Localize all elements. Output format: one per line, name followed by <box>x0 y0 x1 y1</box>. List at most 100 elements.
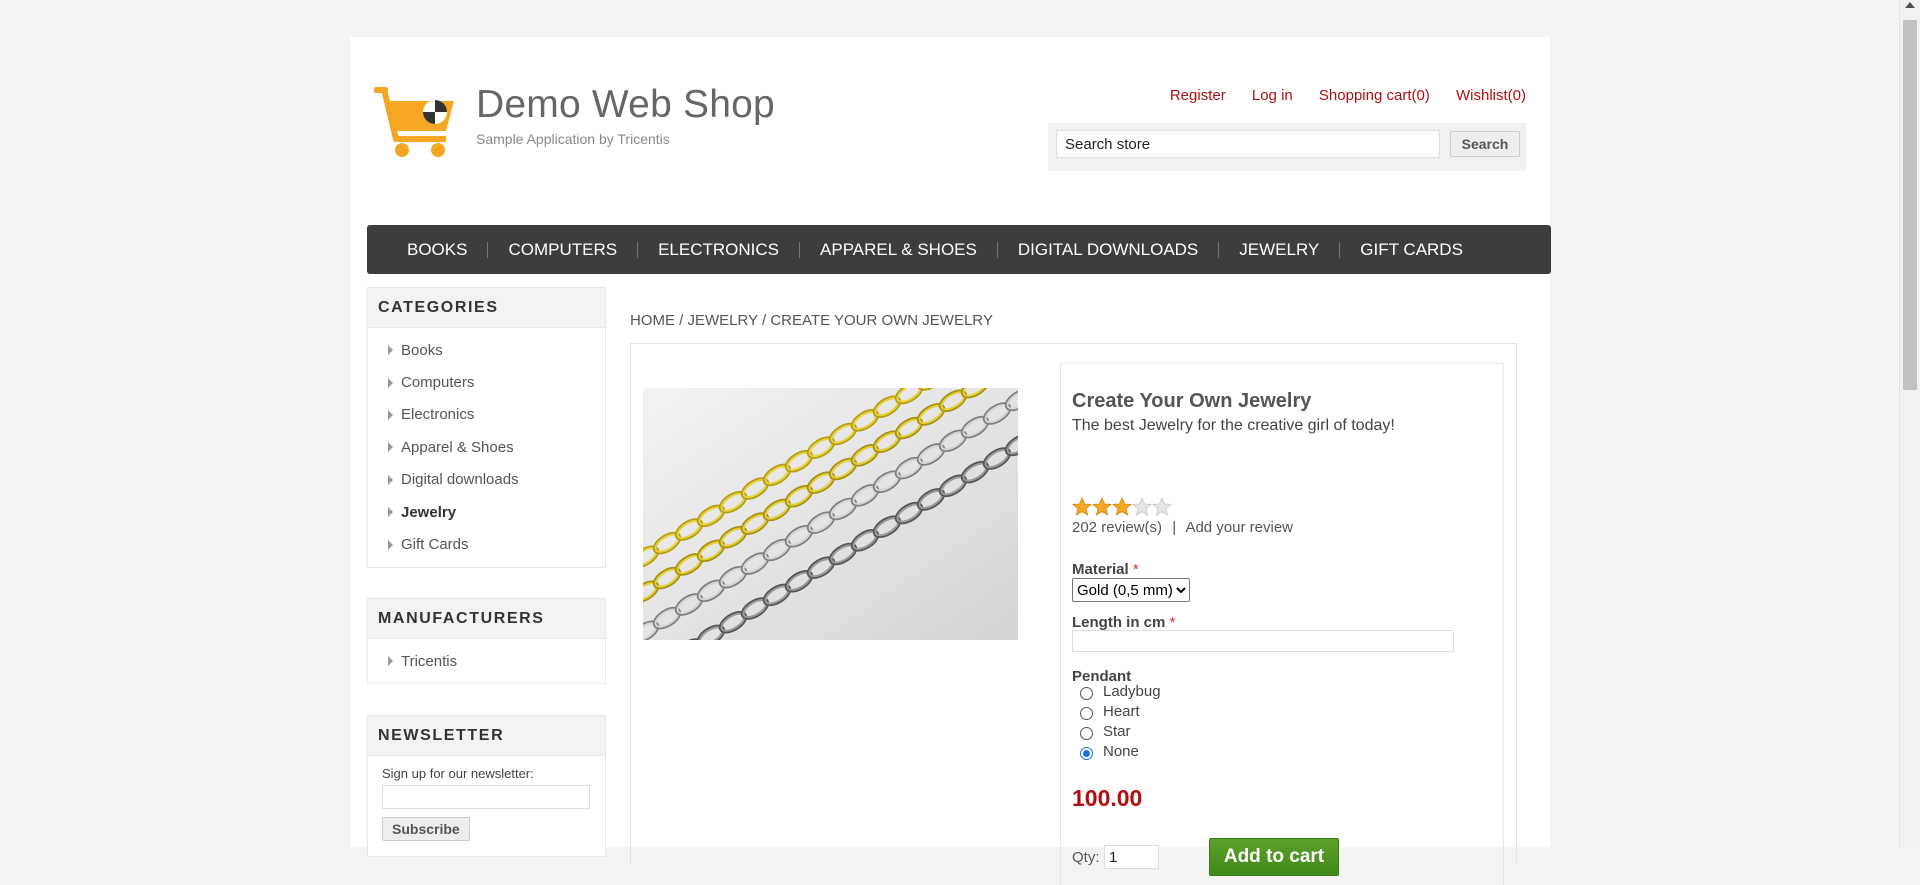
shopping-cart-link[interactable]: Shopping cart(0) <box>1319 87 1430 104</box>
arrow-right-icon <box>388 507 393 518</box>
pendant-option-heart[interactable]: Heart <box>1080 703 1140 720</box>
pendant-option-ladybug[interactable]: Ladybug <box>1080 683 1161 700</box>
arrow-right-icon <box>388 474 393 485</box>
sidebar-item-gift-cards[interactable]: Gift Cards <box>368 528 605 560</box>
breadcrumb-current: CREATE YOUR OWN JEWELRY <box>770 312 993 329</box>
categories-list: Books Computers Electronics Apparel & Shoes… <box>368 328 605 567</box>
add-review-link[interactable]: Add your review <box>1185 519 1293 536</box>
sidebar-item-label: Gift Cards <box>401 536 469 554</box>
pendant-option-label: None <box>1103 743 1139 760</box>
pendant-option-none[interactable]: None <box>1080 743 1139 760</box>
arrow-right-icon <box>388 377 393 388</box>
breadcrumb-separator: / <box>762 312 767 329</box>
radio-button[interactable] <box>1080 747 1093 760</box>
radio-button[interactable] <box>1080 707 1093 720</box>
cart-logo-icon[interactable] <box>374 83 458 159</box>
reviews-count-link[interactable]: 202 review(s) <box>1072 519 1162 536</box>
register-link[interactable]: Register <box>1170 87 1226 104</box>
sidebar-item-label: Jewelry <box>401 503 457 521</box>
arrow-right-icon <box>388 656 393 667</box>
scroll-thumb[interactable] <box>1903 20 1917 390</box>
logo-subtitle: Sample Application by Tricentis <box>476 131 670 147</box>
page-container: Demo Web Shop Sample Application by Tric… <box>350 37 1551 885</box>
material-select[interactable]: Gold (0,5 mm) <box>1072 578 1190 602</box>
wishlist-link[interactable]: Wishlist(0) <box>1456 87 1526 104</box>
arrow-right-icon <box>388 345 393 356</box>
search-button[interactable]: Search <box>1450 131 1520 157</box>
required-marker: * <box>1169 614 1176 631</box>
star-empty-icon <box>1152 497 1172 516</box>
add-to-cart-button[interactable]: Add to cart <box>1209 838 1339 876</box>
sidebar-item-label: Tricentis <box>401 652 458 670</box>
product-price: 100.00 <box>1072 785 1143 811</box>
menu-item-digital-downloads[interactable]: DIGITAL DOWNLOADS <box>998 225 1218 274</box>
product-short-description: The best Jewelry for the creative girl o… <box>1072 417 1395 434</box>
page-scrollbar[interactable] <box>1899 0 1920 847</box>
radio-button[interactable] <box>1080 727 1093 740</box>
search-input[interactable] <box>1056 130 1440 158</box>
menu-item-electronics[interactable]: ELECTRONICS <box>638 225 799 274</box>
newsletter-email-input[interactable] <box>382 785 590 809</box>
scroll-up-arrow-icon[interactable] <box>1905 2 1915 8</box>
sidebar-item-computers[interactable]: Computers <box>368 366 605 398</box>
sidebar-item-tricentis[interactable]: Tricentis <box>368 645 605 677</box>
material-label-text: Material <box>1072 561 1129 578</box>
pendant-option-label: Star <box>1103 723 1131 740</box>
newsletter-label: Sign up for our newsletter: <box>382 766 534 781</box>
arrow-right-icon <box>388 409 393 420</box>
breadcrumb-jewelry[interactable]: JEWELRY <box>688 312 758 329</box>
manufacturers-title: MANUFACTURERS <box>368 599 605 639</box>
arrow-right-icon <box>388 442 393 453</box>
product-image[interactable] <box>643 388 1018 640</box>
login-link[interactable]: Log in <box>1252 87 1293 104</box>
sidebar-item-label: Digital downloads <box>401 471 519 489</box>
subscribe-button[interactable]: Subscribe <box>382 817 470 841</box>
menu-item-gift-cards[interactable]: GIFT CARDS <box>1340 225 1483 274</box>
categories-title: CATEGORIES <box>368 288 605 328</box>
length-label: Length in cm * <box>1072 614 1175 631</box>
sidebar-item-books[interactable]: Books <box>368 334 605 366</box>
sidebar-item-jewelry[interactable]: Jewelry <box>368 496 605 528</box>
reviews-separator: | <box>1172 519 1177 536</box>
radio-button[interactable] <box>1080 687 1093 700</box>
newsletter-block: NEWSLETTER Sign up for our newsletter: S… <box>367 715 606 857</box>
newsletter-title: NEWSLETTER <box>368 716 605 756</box>
header-links: Register Log in Shopping cart(0) Wishlis… <box>1148 87 1526 104</box>
star-filled-icon <box>1112 497 1132 516</box>
star-filled-icon <box>1072 497 1092 516</box>
product-reviews: 202 review(s) | Add your review <box>1072 519 1293 536</box>
sidebar-item-label: Apparel & Shoes <box>401 438 514 456</box>
length-input[interactable] <box>1072 630 1454 652</box>
product-rating <box>1072 497 1172 517</box>
sidebar-item-label: Electronics <box>401 406 475 424</box>
breadcrumb: HOME / JEWELRY / CREATE YOUR OWN JEWELRY <box>630 312 993 329</box>
arrow-right-icon <box>388 539 393 550</box>
sidebar-item-label: Books <box>401 341 443 359</box>
required-marker: * <box>1132 561 1139 578</box>
categories-block: CATEGORIES Books Computers Electronics Appa… <box>367 287 606 568</box>
sidebar-item-electronics[interactable]: Electronics <box>368 399 605 431</box>
manufacturers-list: Tricentis <box>368 639 605 683</box>
menu-item-computers[interactable]: COMPUTERS <box>488 225 637 274</box>
star-filled-icon <box>1092 497 1112 516</box>
top-menu: BOOKS COMPUTERS ELECTRONICS APPAREL & SHOES… <box>367 225 1551 274</box>
manufacturers-block: MANUFACTURERS Tricentis <box>367 598 606 685</box>
length-label-text: Length in cm <box>1072 614 1166 631</box>
qty-input[interactable] <box>1104 845 1159 869</box>
breadcrumb-home[interactable]: HOME <box>630 312 675 329</box>
product-name: Create Your Own Jewelry <box>1072 390 1312 412</box>
star-empty-icon <box>1132 497 1152 516</box>
pendant-option-star[interactable]: Star <box>1080 723 1131 740</box>
material-label: Material * <box>1072 561 1139 578</box>
menu-item-jewelry[interactable]: JEWELRY <box>1219 225 1339 274</box>
breadcrumb-separator: / <box>679 312 684 329</box>
pendant-option-label: Ladybug <box>1103 683 1161 700</box>
menu-item-books[interactable]: BOOKS <box>387 225 487 274</box>
pendant-option-label: Heart <box>1103 703 1140 720</box>
sidebar-item-digital-downloads[interactable]: Digital downloads <box>368 464 605 496</box>
sidebar-item-apparel-shoes[interactable]: Apparel & Shoes <box>368 431 605 463</box>
search-box: Search <box>1048 123 1526 171</box>
menu-item-apparel-shoes[interactable]: APPAREL & SHOES <box>800 225 997 274</box>
logo-title[interactable]: Demo Web Shop <box>476 83 775 127</box>
qty-label: Qty: <box>1072 849 1100 866</box>
